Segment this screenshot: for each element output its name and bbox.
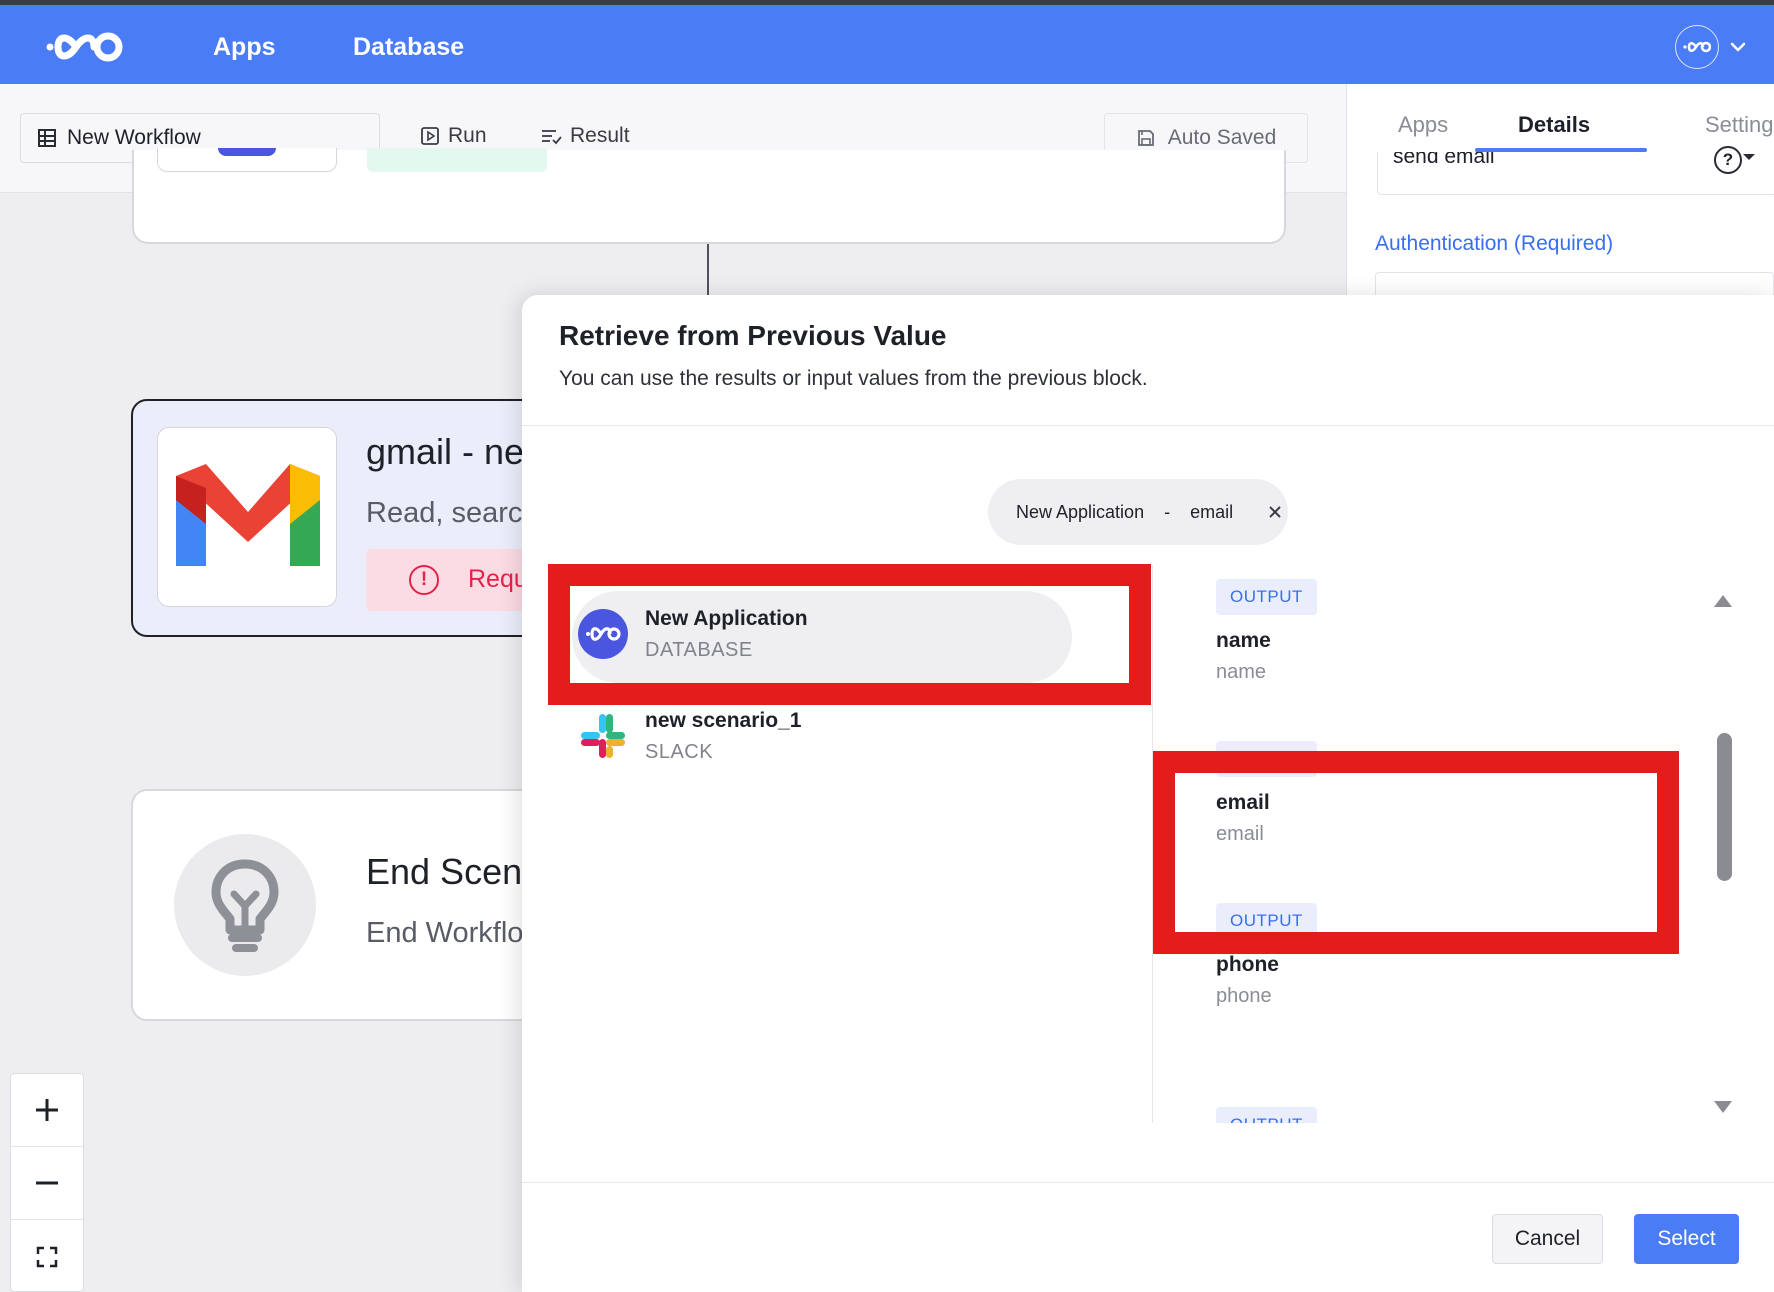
modal-header-divider (522, 425, 1774, 426)
output-desc: name (1216, 661, 1267, 683)
column-divider (1152, 565, 1153, 1123)
output-name: name (1216, 629, 1271, 652)
output-name: email (1216, 791, 1270, 814)
output-badge: OUTPUT (1216, 1107, 1317, 1123)
nav-database[interactable]: Database (353, 33, 464, 62)
tab-apps[interactable]: Apps (1398, 112, 1448, 138)
retrieve-previous-value-modal: Retrieve from Previous Value You can use… (522, 295, 1774, 1292)
play-icon (421, 127, 439, 145)
node-connector (707, 244, 709, 296)
zoom-in-button[interactable] (11, 1074, 83, 1147)
end-node-subtitle: End Workflo (366, 917, 524, 949)
modal-footer-divider (522, 1182, 1774, 1183)
modal-subtitle: You can use the results or input values … (559, 367, 1148, 390)
source-name: New Application (645, 607, 808, 630)
table-icon (38, 129, 56, 147)
result-button[interactable]: Result (540, 124, 630, 148)
output-item-name[interactable]: OUTPUT name name (1216, 579, 1317, 684)
run-button[interactable]: Run (420, 124, 487, 148)
result-label: Result (570, 124, 630, 147)
output-list: OUTPUT name name OUTPUT email email OUTP… (1154, 557, 1714, 1123)
top-nav-bar: Apps Database (0, 0, 1774, 84)
output-badge: OUTPUT (1216, 579, 1317, 615)
cancel-button[interactable]: Cancel (1492, 1214, 1603, 1264)
scroll-down-arrow-icon[interactable] (1714, 1101, 1732, 1113)
gmail-icon (176, 464, 320, 566)
plus-icon (36, 1099, 58, 1121)
save-icon (1137, 130, 1154, 146)
output-desc: phone (1216, 985, 1272, 1007)
chevron-down-icon[interactable] (1726, 35, 1750, 59)
fit-screen-icon (36, 1246, 58, 1267)
output-badge: OUTPUT (1216, 903, 1317, 939)
gmail-node-title: gmail - ne (366, 431, 525, 472)
scrollbar-thumb[interactable] (1717, 733, 1732, 881)
modal-title: Retrieve from Previous Value (559, 320, 947, 351)
zoom-controls (10, 1073, 84, 1292)
help-icon[interactable]: ? (1714, 146, 1742, 174)
source-item-new-scenario[interactable]: new scenario_1 SLACK (572, 693, 1072, 785)
lightbulb-icon-tile (174, 834, 316, 976)
tab-setting[interactable]: Setting (1705, 112, 1774, 138)
source-name: new scenario_1 (645, 709, 802, 732)
run-label: Run (448, 124, 487, 147)
source-item-new-application[interactable]: New Application DATABASE (572, 591, 1072, 683)
gmail-icon-tile (157, 427, 337, 607)
avatar-logo-icon (1683, 41, 1711, 53)
output-item-partial[interactable]: OUTPUT (1216, 1107, 1317, 1123)
output-name: phone (1216, 953, 1279, 976)
previous-node-icon-tile (157, 148, 337, 172)
selected-value-chip: New Application - email (988, 479, 1288, 545)
scroll-up-arrow-icon[interactable] (1714, 595, 1732, 607)
dropdown-arrow-icon[interactable] (1742, 150, 1756, 164)
source-type: SLACK (645, 741, 714, 763)
gmail-node-subtitle: Read, searc (366, 497, 523, 529)
output-desc: email (1216, 823, 1264, 845)
app-logo-icon (578, 609, 628, 659)
slack-icon (581, 714, 625, 758)
lightbulb-icon (211, 859, 279, 952)
user-avatar[interactable] (1675, 25, 1719, 69)
workflow-name: New Workflow (67, 126, 201, 149)
chip-separator: - (1164, 501, 1171, 522)
output-item-email[interactable]: OUTPUT email email (1216, 741, 1317, 846)
chip-source: New Application (1016, 501, 1145, 522)
previous-node-card[interactable] (132, 148, 1286, 244)
output-item-phone[interactable]: OUTPUT phone phone (1216, 903, 1317, 1008)
output-badge: OUTPUT (1216, 741, 1317, 777)
alert-icon: ! (409, 565, 439, 595)
tab-details[interactable]: Details (1518, 112, 1590, 138)
zoom-out-button[interactable] (11, 1147, 83, 1220)
brand-logo-icon[interactable] (46, 27, 132, 67)
authentication-label: Authentication (Required) (1375, 232, 1614, 255)
fit-view-button[interactable] (11, 1220, 83, 1292)
database-icon (218, 148, 276, 156)
source-type: DATABASE (645, 639, 753, 661)
nav-apps[interactable]: Apps (213, 33, 276, 62)
success-status-badge (367, 148, 547, 172)
required-label: Requ (468, 565, 528, 593)
list-check-icon (542, 130, 562, 145)
close-icon[interactable] (1267, 504, 1283, 520)
chip-field: email (1190, 501, 1234, 522)
autosave-label: Auto Saved (1167, 126, 1277, 149)
end-node-title: End Scen (366, 851, 523, 892)
select-button[interactable]: Select (1634, 1214, 1739, 1264)
minus-icon (36, 1181, 58, 1185)
